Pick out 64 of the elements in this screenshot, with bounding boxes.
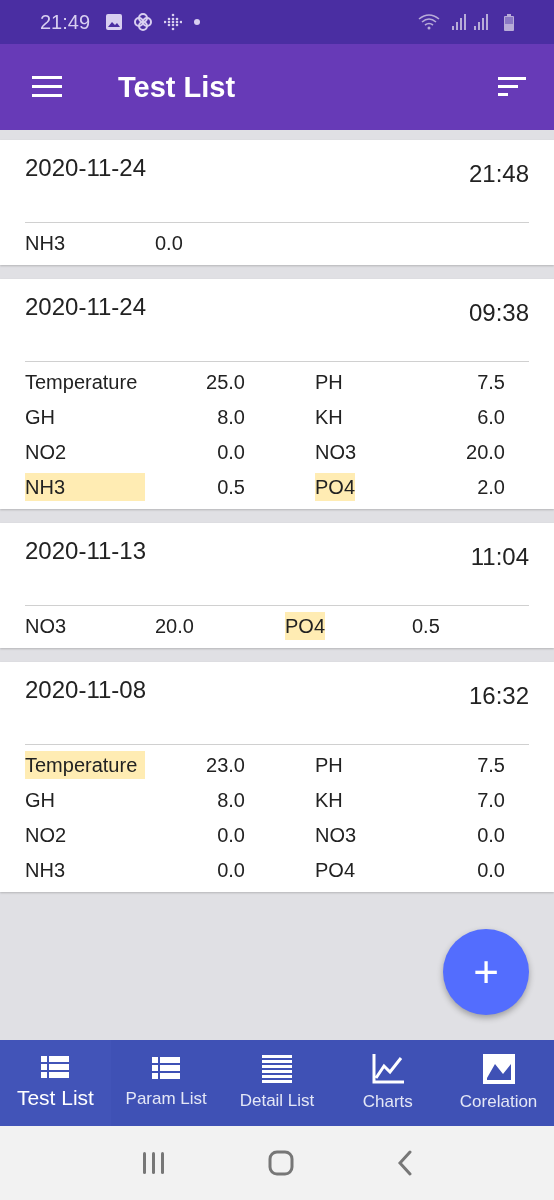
app-title: Test List [118,70,237,104]
test-date: 2020-11-08 [25,676,146,704]
parameter-value: 7.5 [477,753,505,778]
add-button[interactable]: + [443,929,529,1015]
parameter-name: GH [25,788,56,813]
parameter-name: PH [315,370,343,395]
parameter-name: NO3 [315,440,357,465]
parameter-value: 0.0 [155,231,183,256]
test-date: 2020-11-13 [25,537,146,565]
test-date: 2020-11-24 [25,293,146,321]
test-card[interactable]: 2020-11-24 21:48 NH3 0.0 [0,140,554,265]
parameter-value: 0.0 [477,823,505,848]
parameter-value: 6.0 [477,405,505,430]
status-time: 21:49 [40,10,91,34]
dot-icon [194,19,201,25]
parameter-value: 0.5 [412,614,440,639]
list-icon [41,1056,70,1080]
parameter-value: 8.0 [217,788,245,813]
parameter-name: NH3 [25,231,65,256]
dots-icon [164,13,183,31]
parameter-name: NO2 [25,440,68,465]
parameter-name: KH [315,788,343,813]
image-icon [106,14,123,30]
parameter-value: 8.0 [217,405,245,430]
parameter-value: 7.0 [477,788,505,813]
wifi-icon [418,14,440,30]
parameter-name: KH [315,405,343,430]
parameter-value: 20.0 [155,614,194,639]
parameter-name: NO3 [315,823,357,848]
parameter-name: NO3 [25,614,67,639]
parameter-value: 20.0 [466,440,505,465]
parameter-name: PH [315,753,343,778]
test-time: 16:32 [468,682,529,710]
parameter-name: PO4 [315,858,356,883]
list-icon [152,1057,181,1081]
parameter-value: 2.0 [477,475,505,500]
test-time: 09:38 [468,299,529,327]
parameter-name: GH [25,405,56,430]
test-card[interactable]: 2020-11-24 09:38 Temperature 25.0 PH 7.5 GH 8.0 KH 6.0 NO2 0.0 NO3 20.0 NH3 0.5 PO4 2.0 [0,279,554,509]
lines-icon [262,1055,292,1083]
parameter-value: 23.0 [206,753,245,778]
battery-icon [504,13,514,31]
parameter-value: 0.0 [217,440,245,465]
test-card[interactable]: 2020-11-13 11:04 NO3 20.0 PO4 0.5 [0,523,554,648]
parameter-name: PO4 [315,473,356,501]
test-time: 21:48 [468,160,529,188]
parameter-value: 25.0 [206,370,245,395]
parameter-name: PO4 [285,612,326,640]
test-date: 2020-11-24 [25,154,146,182]
parameter-value: 0.0 [217,823,245,848]
test-card[interactable]: 2020-11-08 16:32 Temperature 23.0 PH 7.5 GH 8.0 KH 7.0 NO2 0.0 NO3 0.0 NH3 0.0 PO4 0.0 [0,662,554,892]
pinwheel-icon [134,13,153,31]
parameter-name: Temperature [25,751,145,779]
parameter-value: 0.0 [217,858,245,883]
parameter-value: 0.5 [217,475,245,500]
parameter-name: NH3 [25,473,145,501]
parameter-name: NO2 [25,823,68,848]
test-time: 11:04 [470,543,529,571]
line-chart-icon [371,1054,404,1084]
parameter-value: 7.5 [477,370,505,395]
area-chart-icon [482,1054,515,1084]
parameter-name: Temperature [25,370,139,395]
parameter-name: NH3 [25,858,66,883]
parameter-value: 0.0 [477,858,505,883]
